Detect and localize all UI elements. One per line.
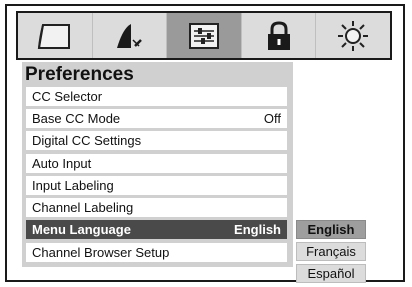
tab-locks[interactable]: [242, 13, 317, 58]
menu-item-digital-cc-settings[interactable]: Digital CC Settings: [26, 131, 287, 150]
preferences-panel: Preferences CC Selector Base CC Mode Off…: [22, 62, 293, 267]
tab-options[interactable]: [316, 13, 390, 58]
menu-item-channel-labeling[interactable]: Channel Labeling: [26, 198, 287, 217]
menu-item-label: Channel Browser Setup: [32, 245, 170, 260]
tab-setup[interactable]: [167, 13, 242, 58]
menu-item-label: Channel Labeling: [32, 200, 134, 215]
menu-item-label: Menu Language: [32, 222, 131, 237]
panel-title: Preferences: [25, 64, 134, 85]
menu-item-channel-browser-setup[interactable]: Channel Browser Setup: [26, 243, 287, 262]
menu-item-label: Digital CC Settings: [32, 133, 142, 148]
menu-item-menu-language[interactable]: Menu Language English: [26, 220, 287, 239]
tab-picture[interactable]: [18, 13, 93, 58]
brightness-sun-icon: [338, 20, 369, 51]
menu-item-base-cc-mode[interactable]: Base CC Mode Off: [26, 109, 287, 128]
menu-item-input-labeling[interactable]: Input Labeling: [26, 176, 287, 195]
menu-item-auto-input[interactable]: Auto Input: [26, 154, 287, 173]
tab-sound[interactable]: [93, 13, 168, 58]
picture-icon: [37, 23, 70, 49]
language-option-francais[interactable]: Français: [296, 242, 366, 261]
language-option-english[interactable]: English: [296, 220, 366, 239]
language-option-espanol[interactable]: Español: [296, 264, 366, 283]
menu-item-value: Off: [263, 111, 281, 126]
menu-item-label: Input Labeling: [32, 178, 114, 193]
menu-item-label: Base CC Mode: [32, 111, 121, 126]
menu-item-cc-selector[interactable]: CC Selector: [26, 87, 287, 106]
menu-tab-bar: [16, 11, 392, 60]
menu-item-value: English: [234, 222, 281, 237]
sound-icon: [117, 23, 143, 48]
menu-item-label: Auto Input: [32, 156, 92, 171]
menu-item-label: CC Selector: [32, 89, 103, 104]
lock-icon: [267, 20, 290, 50]
settings-sliders-icon: [188, 22, 219, 49]
